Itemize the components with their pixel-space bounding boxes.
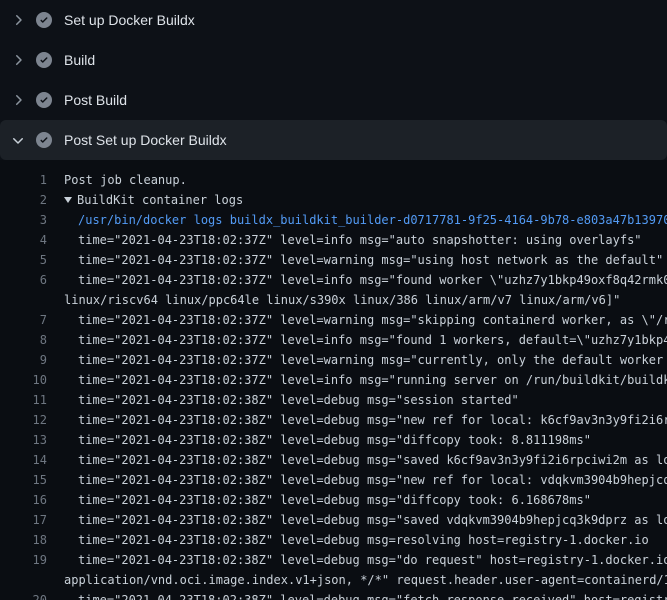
log-viewer: 1 Post job cleanup. 2 BuildKit container… <box>0 160 667 600</box>
group-collapse-triangle-icon[interactable] <box>64 197 72 203</box>
chevron-right-icon <box>10 52 26 68</box>
log-line: 5 time="2021-04-23T18:02:37Z" level=warn… <box>0 250 667 270</box>
line-number[interactable]: 1 <box>0 170 47 190</box>
log-line-text: BuildKit container logs <box>77 190 243 210</box>
line-number[interactable]: 20 <box>0 590 47 600</box>
log-line: 19 time="2021-04-23T18:02:38Z" level=deb… <box>0 550 667 570</box>
line-number[interactable]: 7 <box>0 310 47 330</box>
log-line-text: time="2021-04-23T18:02:38Z" level=debug … <box>78 530 649 550</box>
log-line-text: time="2021-04-23T18:02:37Z" level=info m… <box>78 270 667 290</box>
log-line-text: time="2021-04-23T18:02:38Z" level=debug … <box>78 510 667 530</box>
line-number[interactable]: 6 <box>0 270 47 290</box>
step-label: Post Set up Docker Buildx <box>64 132 227 148</box>
log-line: linux/riscv64 linux/ppc64le linux/s390x … <box>0 290 667 310</box>
log-line-text: time="2021-04-23T18:02:38Z" level=debug … <box>78 490 591 510</box>
log-line: 14 time="2021-04-23T18:02:38Z" level=deb… <box>0 450 667 470</box>
line-number[interactable]: 17 <box>0 510 47 530</box>
steps-list: Set up Docker Buildx Build <box>0 0 667 160</box>
log-line: 20 time="2021-04-23T18:02:38Z" level=deb… <box>0 590 667 600</box>
log-line: 13 time="2021-04-23T18:02:38Z" level=deb… <box>0 430 667 450</box>
log-line: 7 time="2021-04-23T18:02:37Z" level=warn… <box>0 310 667 330</box>
log-line-text: time="2021-04-23T18:02:38Z" level=debug … <box>78 390 519 410</box>
line-number[interactable]: 14 <box>0 450 47 470</box>
line-number[interactable]: 3 <box>0 210 47 230</box>
log-line-text: time="2021-04-23T18:02:38Z" level=debug … <box>78 450 667 470</box>
check-circle-icon <box>36 12 52 28</box>
chevron-down-icon <box>10 132 26 148</box>
log-line-text: linux/riscv64 linux/ppc64le linux/s390x … <box>64 290 620 310</box>
step-row-set-up-docker-buildx[interactable]: Set up Docker Buildx <box>0 0 667 40</box>
log-line-text: Post job cleanup. <box>64 170 187 190</box>
log-line[interactable]: 2 BuildKit container logs <box>0 190 667 210</box>
log-line: 15 time="2021-04-23T18:02:38Z" level=deb… <box>0 470 667 490</box>
check-circle-icon <box>36 52 52 68</box>
log-line-text: time="2021-04-23T18:02:38Z" level=debug … <box>78 410 667 430</box>
chevron-right-icon <box>10 92 26 108</box>
log-line-text: /usr/bin/docker logs buildx_buildkit_bui… <box>78 210 667 230</box>
log-line-text: time="2021-04-23T18:02:37Z" level=warnin… <box>78 310 667 330</box>
line-number[interactable]: 10 <box>0 370 47 390</box>
step-label: Build <box>64 52 95 68</box>
actions-log-viewer: Set up Docker Buildx Build <box>0 0 667 600</box>
log-line-text: time="2021-04-23T18:02:37Z" level=warnin… <box>78 350 667 370</box>
log-line: 4 time="2021-04-23T18:02:37Z" level=info… <box>0 230 667 250</box>
log-line: 10 time="2021-04-23T18:02:37Z" level=inf… <box>0 370 667 390</box>
log-line-text: time="2021-04-23T18:02:38Z" level=debug … <box>78 590 667 600</box>
log-line-text: time="2021-04-23T18:02:38Z" level=debug … <box>78 550 667 570</box>
step-row-build[interactable]: Build <box>0 40 667 80</box>
line-number[interactable]: 8 <box>0 330 47 350</box>
log-line: 3 /usr/bin/docker logs buildx_buildkit_b… <box>0 210 667 230</box>
line-number[interactable]: 18 <box>0 530 47 550</box>
log-line: 17 time="2021-04-23T18:02:38Z" level=deb… <box>0 510 667 530</box>
line-number[interactable]: 11 <box>0 390 47 410</box>
line-number[interactable]: 19 <box>0 550 47 570</box>
line-number[interactable]: 12 <box>0 410 47 430</box>
check-circle-icon <box>36 92 52 108</box>
step-label: Post Build <box>64 92 127 108</box>
line-number[interactable]: 13 <box>0 430 47 450</box>
line-number[interactable]: 2 <box>0 190 47 210</box>
line-number[interactable] <box>0 570 47 590</box>
log-line-text: time="2021-04-23T18:02:37Z" level=info m… <box>78 370 667 390</box>
log-line: 6 time="2021-04-23T18:02:37Z" level=info… <box>0 270 667 290</box>
step-row-post-build[interactable]: Post Build <box>0 80 667 120</box>
log-line-text: time="2021-04-23T18:02:37Z" level=info m… <box>78 230 642 250</box>
log-line: 18 time="2021-04-23T18:02:38Z" level=deb… <box>0 530 667 550</box>
check-circle-icon <box>36 132 52 148</box>
log-line-text: time="2021-04-23T18:02:38Z" level=debug … <box>78 470 667 490</box>
log-line: 12 time="2021-04-23T18:02:38Z" level=deb… <box>0 410 667 430</box>
log-line: application/vnd.oci.image.index.v1+json,… <box>0 570 667 590</box>
chevron-right-icon <box>10 12 26 28</box>
log-line: 11 time="2021-04-23T18:02:38Z" level=deb… <box>0 390 667 410</box>
log-line-text: time="2021-04-23T18:02:37Z" level=warnin… <box>78 250 663 270</box>
line-number[interactable]: 5 <box>0 250 47 270</box>
log-line-text: time="2021-04-23T18:02:37Z" level=info m… <box>78 330 667 350</box>
log-line: 1 Post job cleanup. <box>0 170 667 190</box>
log-line-text: time="2021-04-23T18:02:38Z" level=debug … <box>78 430 591 450</box>
line-number[interactable]: 15 <box>0 470 47 490</box>
log-line: 16 time="2021-04-23T18:02:38Z" level=deb… <box>0 490 667 510</box>
step-label: Set up Docker Buildx <box>64 12 195 28</box>
log-line: 9 time="2021-04-23T18:02:37Z" level=warn… <box>0 350 667 370</box>
line-number[interactable]: 9 <box>0 350 47 370</box>
line-number[interactable]: 16 <box>0 490 47 510</box>
line-number[interactable]: 4 <box>0 230 47 250</box>
log-line-text: application/vnd.oci.image.index.v1+json,… <box>64 570 667 590</box>
step-row-post-set-up-docker-buildx[interactable]: Post Set up Docker Buildx <box>0 120 667 160</box>
line-number[interactable] <box>0 290 47 310</box>
log-line: 8 time="2021-04-23T18:02:37Z" level=info… <box>0 330 667 350</box>
